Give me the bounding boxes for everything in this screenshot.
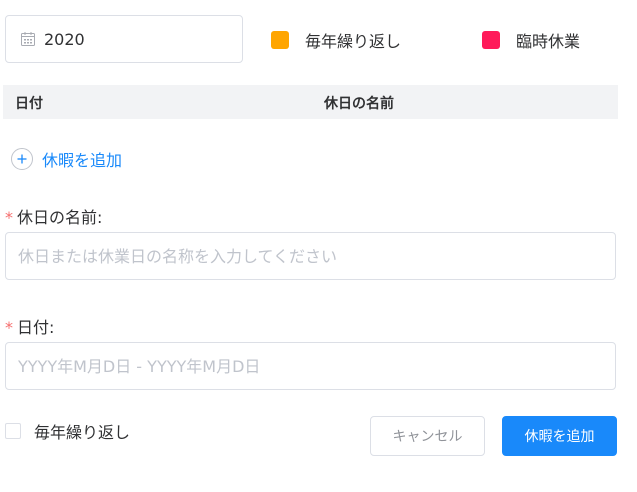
add-holiday-button[interactable]: 休暇を追加	[502, 416, 617, 456]
cancel-button[interactable]: キャンセル	[370, 416, 485, 456]
legend-label-annual: 毎年繰り返し	[305, 32, 402, 51]
year-picker[interactable]: 2020	[5, 15, 243, 63]
legend-annual-repeat: 毎年繰り返し	[271, 28, 401, 52]
date-label: * 日付:	[5, 314, 54, 338]
required-mark: *	[5, 318, 13, 337]
add-holiday-link-label: 休暇を追加	[42, 151, 123, 170]
column-header-holiday-name: 休日の名前	[324, 96, 394, 112]
legend-temporary-closure: 臨時休業	[482, 28, 580, 52]
repeat-annually-checkbox[interactable]: 毎年繰り返し	[5, 419, 130, 443]
add-holiday-link[interactable]: 休暇を追加	[11, 147, 122, 171]
year-value: 2020	[44, 29, 85, 49]
legend-label-temporary: 臨時休業	[516, 32, 581, 51]
holiday-table-header: 日付 休日の名前	[3, 85, 618, 119]
column-header-date: 日付	[15, 96, 43, 112]
repeat-annually-label: 毎年繰り返し	[34, 423, 131, 442]
date-label-text: 日付:	[17, 318, 55, 337]
holiday-name-label-text: 休日の名前:	[17, 208, 103, 227]
legend-swatch-temporary	[482, 31, 500, 49]
date-range-input[interactable]	[5, 342, 616, 390]
calendar-icon	[20, 31, 36, 47]
required-mark: *	[5, 208, 13, 227]
plus-circle-icon	[11, 148, 33, 170]
holiday-name-input[interactable]	[5, 232, 616, 280]
checkbox-box[interactable]	[5, 423, 21, 439]
legend-swatch-annual	[271, 31, 289, 49]
holiday-name-label: * 休日の名前:	[5, 204, 102, 228]
